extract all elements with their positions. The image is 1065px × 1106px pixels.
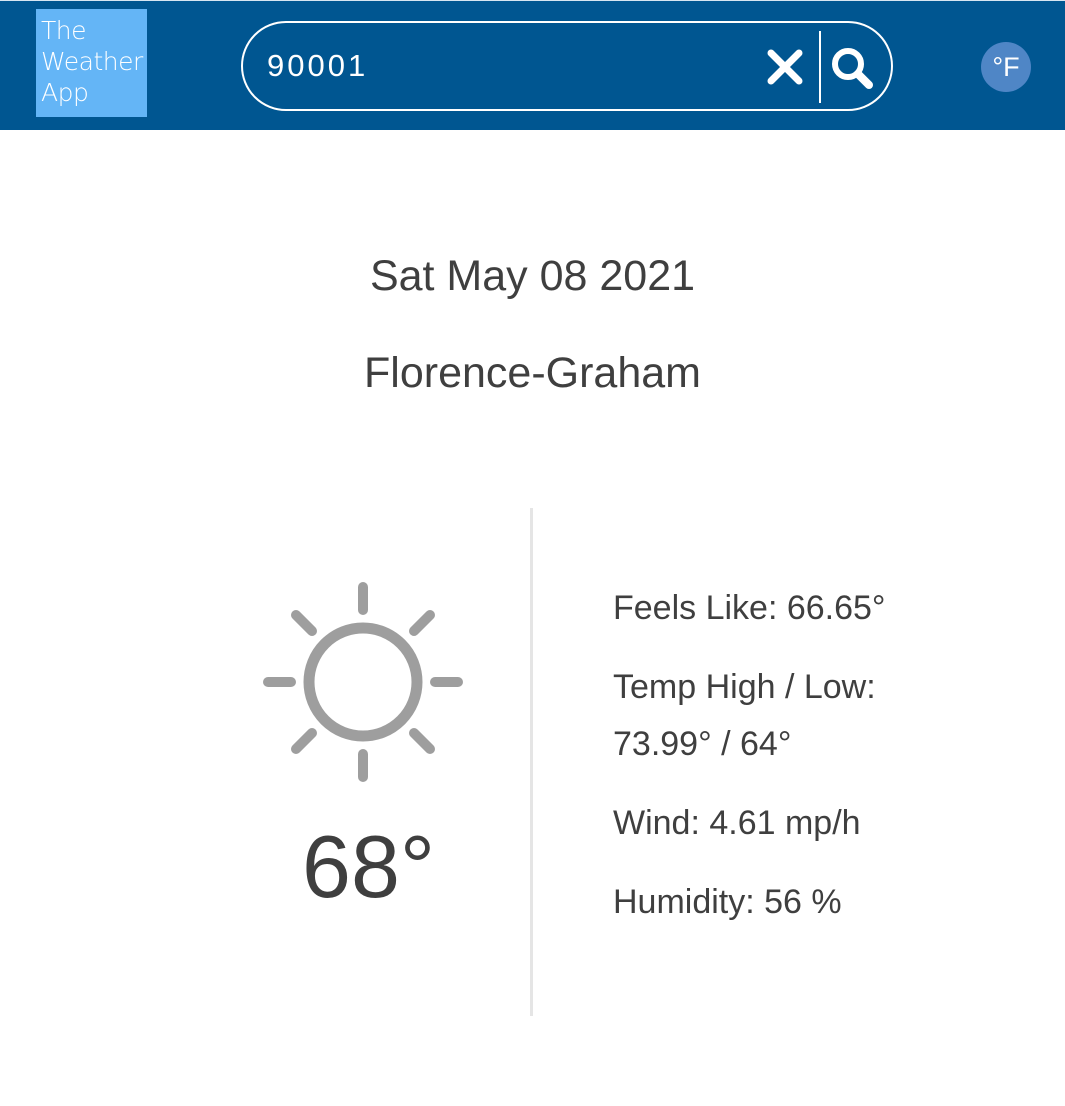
unit-toggle-button[interactable]: °F xyxy=(981,42,1031,92)
clear-button[interactable] xyxy=(763,45,807,89)
section-divider xyxy=(530,508,533,1016)
current-date: Sat May 08 2021 xyxy=(369,252,696,300)
humidity: Humidity: 56 % xyxy=(613,883,842,921)
logo-line-2: Weather xyxy=(41,47,143,76)
wind-speed: Wind: 4.61 mp/h xyxy=(613,804,861,842)
search-button[interactable] xyxy=(827,43,877,93)
search-icon xyxy=(832,48,873,89)
weather-details: Feels Like: 66.65° Temp High / Low: 73.9… xyxy=(613,580,1033,931)
app-header: The Weather App °F xyxy=(0,0,1065,130)
app-logo[interactable]: The Weather App xyxy=(36,9,147,117)
current-temperature: 68° xyxy=(302,817,436,916)
sun-icon xyxy=(263,582,463,782)
search-bar xyxy=(241,21,893,111)
feels-like: Feels Like: 66.65° xyxy=(613,589,886,627)
temp-high-low-value: 73.99° / 64° xyxy=(613,725,792,763)
weather-condition xyxy=(262,580,464,784)
logo-line-3: App xyxy=(41,78,89,107)
logo-line-1: The xyxy=(41,16,87,45)
city-name: Florence-Graham xyxy=(364,349,701,397)
search-input[interactable] xyxy=(267,45,747,87)
close-icon xyxy=(767,49,803,85)
temp-high-low-label: Temp High / Low: xyxy=(613,668,876,706)
search-divider xyxy=(819,31,821,103)
